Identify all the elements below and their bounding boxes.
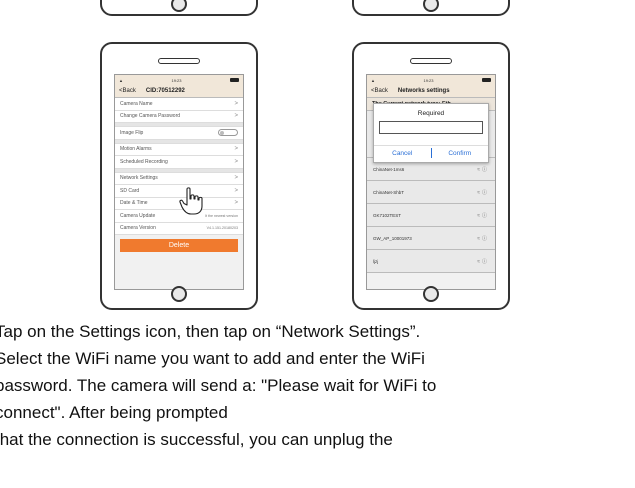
home-button (423, 286, 439, 302)
chevron-right-icon: > (234, 175, 238, 182)
password-dialog: Required Cancel Confirm (373, 103, 489, 163)
back-label: Back (122, 88, 136, 94)
instruction-line: that the connection is successful, you c… (0, 430, 393, 449)
wifi-network-row[interactable]: ChinaNet-ShbT ≈ⓘ (367, 181, 495, 204)
network-settings-title: Networks settings (397, 88, 450, 94)
wifi-password-input[interactable] (379, 121, 483, 134)
speaker-grille (158, 58, 200, 64)
chevron-right-icon: > (234, 200, 238, 207)
chevron-right-icon: > (234, 113, 238, 120)
wifi-name: ljzj (373, 258, 379, 264)
battery-icon (229, 78, 239, 82)
settings-row-camera-version: Camera Version V4.1.151.20180203 (115, 222, 243, 235)
row-label: Camera Name (120, 100, 153, 107)
settings-row-image-flip[interactable]: Image Flip (115, 127, 243, 140)
instruction-line: connect". After being prompted (0, 403, 228, 422)
nav-bar: <Back Networks settings (367, 85, 495, 98)
wifi-name: GW_AP_10001973 (373, 235, 412, 241)
row-label: SD Card (120, 187, 140, 194)
instruction-line: Tap on the Settings icon, then tap on “N… (0, 322, 421, 341)
chevron-right-icon: > (234, 100, 238, 107)
info-icon[interactable]: ⓘ (482, 236, 489, 242)
info-icon[interactable]: ⓘ (482, 167, 489, 173)
nav-bar: <Back CID:70512292 (115, 85, 243, 98)
chevron-right-icon: > (234, 187, 238, 194)
row-label: Scheduled Recording (120, 158, 168, 165)
back-button[interactable]: <Back (119, 88, 136, 94)
signal-icon: ▲ (371, 77, 375, 83)
home-button (423, 0, 439, 12)
wifi-network-row[interactable]: GW_AP_10001973 ≈ⓘ (367, 227, 495, 250)
delete-button[interactable]: Delete (120, 239, 238, 252)
row-label: Camera Version (120, 225, 156, 232)
info-icon[interactable]: ⓘ (482, 190, 489, 196)
camera-id-title: CID:70512292 (145, 88, 185, 94)
wifi-name: GK7102TEST (373, 212, 402, 218)
settings-row-change-password[interactable]: Change Camera Password > (115, 110, 243, 123)
home-button (171, 0, 187, 12)
chevron-right-icon: > (234, 146, 238, 153)
dialog-title: Required (417, 110, 445, 117)
row-label: Network Settings (120, 175, 158, 182)
image-flip-toggle[interactable] (218, 129, 238, 137)
signal-icon: ▲ (119, 77, 123, 83)
wifi-name: ChinaNet-ShbT (373, 189, 405, 195)
row-label: Change Camera Password (120, 113, 181, 120)
status-time: 19:23 (423, 77, 434, 83)
instructions: Tap on the Settings icon, then tap on “N… (0, 318, 635, 453)
back-label: Back (374, 88, 388, 94)
status-time: 19:23 (171, 77, 182, 83)
battery-icon (481, 78, 491, 82)
info-icon[interactable]: ⓘ (482, 259, 489, 265)
cancel-button[interactable]: Cancel (374, 150, 431, 157)
confirm-button[interactable]: Confirm (432, 150, 489, 157)
row-label: Image Flip (120, 129, 144, 136)
instruction-line: password. The camera will send a: "Pleas… (0, 376, 437, 395)
status-bar: ▲ 19:23 (115, 75, 243, 85)
wifi-network-row[interactable]: GK7102TEST ≈ⓘ (367, 204, 495, 227)
settings-row-scheduled-recording[interactable]: Scheduled Recording > (115, 156, 243, 169)
settings-row-network-settings[interactable]: Network Settings > (115, 172, 243, 185)
settings-row-motion-alarms[interactable]: Motion Alarms > (115, 143, 243, 156)
phone-mockup-network: ▲ 19:23 <Back Networks settings The Curr… (352, 42, 510, 310)
camera-update-status: It the newest version (205, 213, 238, 218)
settings-screen: ▲ 19:23 <Back CID:70512292 Camera Name > … (114, 74, 244, 290)
hand-pointer-icon (179, 187, 203, 215)
camera-version-value: V4.1.151.20180203 (206, 226, 238, 231)
instruction-line: Select the WiFi name you want to add and… (0, 349, 425, 368)
info-icon[interactable]: ⓘ (482, 213, 489, 219)
network-screen: ▲ 19:23 <Back Networks settings The Curr… (366, 74, 496, 290)
row-label: Date & Time (120, 200, 148, 207)
speaker-grille (410, 58, 452, 64)
back-button[interactable]: <Back (371, 88, 388, 94)
chevron-right-icon: > (234, 158, 238, 165)
wifi-name: ChinaNet-1ms6 (373, 166, 405, 172)
status-bar: ▲ 19:23 (367, 75, 495, 85)
phone-mockup-top-right (352, 0, 510, 16)
home-button (171, 286, 187, 302)
dialog-buttons: Cancel Confirm (374, 145, 488, 160)
row-label: Camera Update (120, 212, 156, 219)
phone-mockup-top-left (100, 0, 258, 16)
row-label: Motion Alarms (120, 146, 152, 153)
wifi-network-row[interactable]: ljzj ≈ⓘ (367, 250, 495, 273)
phone-mockup-settings: ▲ 19:23 <Back CID:70512292 Camera Name > … (100, 42, 258, 310)
settings-row-camera-name[interactable]: Camera Name > (115, 98, 243, 111)
